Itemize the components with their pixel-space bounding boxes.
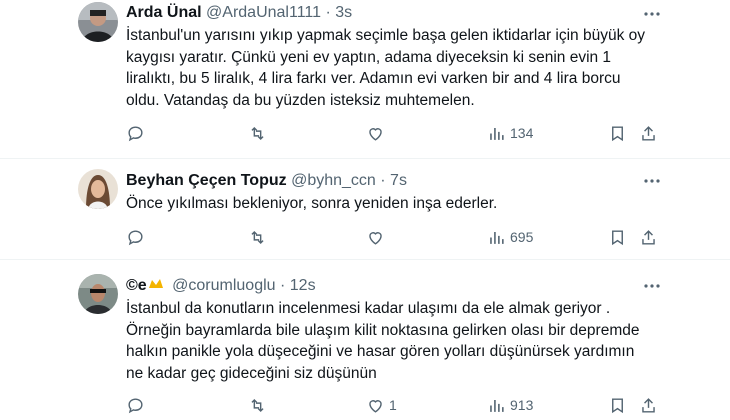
timestamp[interactable]: 12s xyxy=(290,277,316,294)
share-icon xyxy=(642,125,655,141)
view-count: 695 xyxy=(510,229,534,245)
tweet[interactable]: Arda Ünal @ArdaUnal1111 · 3s İstanbul'un… xyxy=(0,0,730,150)
separator-dot: · xyxy=(380,172,386,189)
display-name[interactable]: Beyhan Çeçen Topuz xyxy=(126,172,287,189)
like-icon xyxy=(369,231,382,245)
retweet-icon xyxy=(251,126,264,140)
views-icon xyxy=(490,231,504,244)
reply-button[interactable] xyxy=(126,227,145,247)
tweet[interactable]: ©e @corumluoglu · 12s İstanbul da konutl… xyxy=(0,260,730,420)
view-count: 913 xyxy=(510,397,534,413)
share-icon xyxy=(642,397,655,413)
retweet-button[interactable] xyxy=(248,395,267,415)
like-count: 1 xyxy=(389,397,397,413)
display-name[interactable]: ©e xyxy=(126,277,147,294)
retweet-button[interactable] xyxy=(248,227,267,247)
user-handle[interactable]: @corumluoglu xyxy=(172,277,275,294)
separator-dot: · xyxy=(325,4,331,21)
tweet-text: İstanbul'un yarısını yıkıp yapmak seçiml… xyxy=(126,27,646,109)
view-count: 134 xyxy=(510,125,534,141)
like-icon xyxy=(369,399,382,413)
bookmark-button[interactable] xyxy=(608,123,627,143)
user-handle[interactable]: @byhn_ccn xyxy=(291,172,376,189)
action-bar: 1 913 xyxy=(126,395,662,415)
reply-icon xyxy=(128,229,143,245)
like-button[interactable] xyxy=(366,123,389,143)
display-name[interactable]: Arda Ünal xyxy=(126,4,202,21)
share-button[interactable] xyxy=(639,395,658,415)
tweet[interactable]: Beyhan Çeçen Topuz @byhn_ccn · 7s Önce y… xyxy=(0,159,730,259)
avatar[interactable] xyxy=(78,2,118,42)
user-handle[interactable]: @ArdaUnal1111 xyxy=(206,4,321,21)
action-bar: 134 xyxy=(126,123,662,143)
retweet-icon xyxy=(251,230,264,244)
separator-dot: · xyxy=(280,277,286,294)
reply-button[interactable] xyxy=(126,123,145,143)
views-icon xyxy=(490,127,504,140)
tweet-header: Beyhan Çeçen Topuz @byhn_ccn · 7s xyxy=(126,171,407,191)
like-button[interactable]: 1 xyxy=(366,395,397,415)
timestamp[interactable]: 3s xyxy=(335,4,352,21)
views-button[interactable]: 913 xyxy=(487,395,533,415)
more-icon[interactable] xyxy=(642,4,662,24)
tweet-text: Önce yıkılması bekleniyor, sonra yeniden… xyxy=(126,195,498,212)
like-icon xyxy=(369,127,382,141)
crown-emoji-icon xyxy=(148,276,164,298)
share-button[interactable] xyxy=(639,123,658,143)
tweet-header: Arda Ünal @ArdaUnal1111 · 3s xyxy=(126,3,352,23)
avatar[interactable] xyxy=(78,274,118,314)
tweet-text: İstanbul da konutların incelenmesi kadar… xyxy=(126,300,640,382)
retweet-icon xyxy=(251,398,264,412)
bookmark-icon xyxy=(612,397,623,413)
more-icon[interactable] xyxy=(642,276,662,296)
share-icon xyxy=(642,229,655,245)
bookmark-button[interactable] xyxy=(608,395,627,415)
reply-icon xyxy=(128,125,143,141)
bookmark-button[interactable] xyxy=(608,227,627,247)
like-button[interactable] xyxy=(366,227,389,247)
retweet-button[interactable] xyxy=(248,123,267,143)
bookmark-icon xyxy=(612,125,623,141)
views-button[interactable]: 134 xyxy=(487,123,533,143)
share-button[interactable] xyxy=(639,227,658,247)
reply-button[interactable] xyxy=(126,395,145,415)
views-button[interactable]: 695 xyxy=(487,227,533,247)
reply-icon xyxy=(128,397,143,413)
more-icon[interactable] xyxy=(642,171,662,191)
bookmark-icon xyxy=(612,229,623,245)
timestamp[interactable]: 7s xyxy=(390,172,407,189)
tweet-header: ©e @corumluoglu · 12s xyxy=(126,276,316,298)
action-bar: 695 xyxy=(126,227,662,247)
avatar[interactable] xyxy=(78,169,118,209)
views-icon xyxy=(490,399,504,412)
